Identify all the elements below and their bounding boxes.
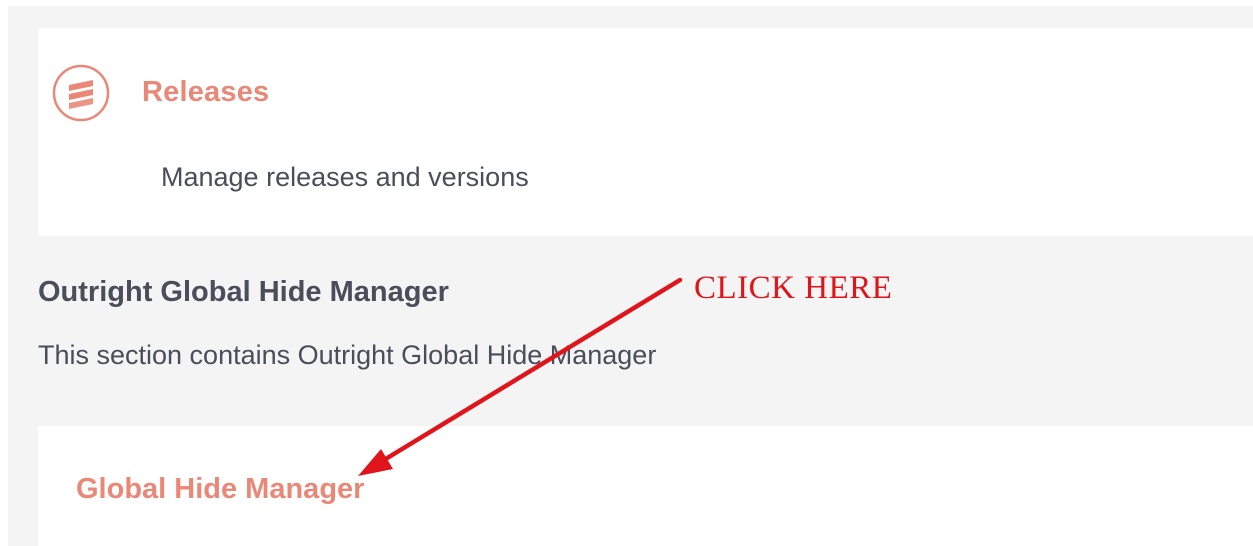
click-here-annotation: CLICK HERE bbox=[694, 270, 893, 306]
global-hide-card: Global Hide Manager bbox=[38, 426, 1253, 546]
global-hide-manager-link[interactable]: Global Hide Manager bbox=[76, 473, 364, 506]
section-description: This section contains Outright Global Hi… bbox=[38, 340, 657, 370]
layers-icon[interactable] bbox=[52, 64, 110, 122]
settings-page: Releases Manage releases and versions Ou… bbox=[8, 6, 1253, 546]
releases-description: Manage releases and versions bbox=[161, 162, 529, 192]
section-title: Outright Global Hide Manager bbox=[38, 276, 449, 308]
releases-link[interactable]: Releases bbox=[142, 76, 269, 109]
releases-card: Releases Manage releases and versions bbox=[38, 28, 1253, 236]
